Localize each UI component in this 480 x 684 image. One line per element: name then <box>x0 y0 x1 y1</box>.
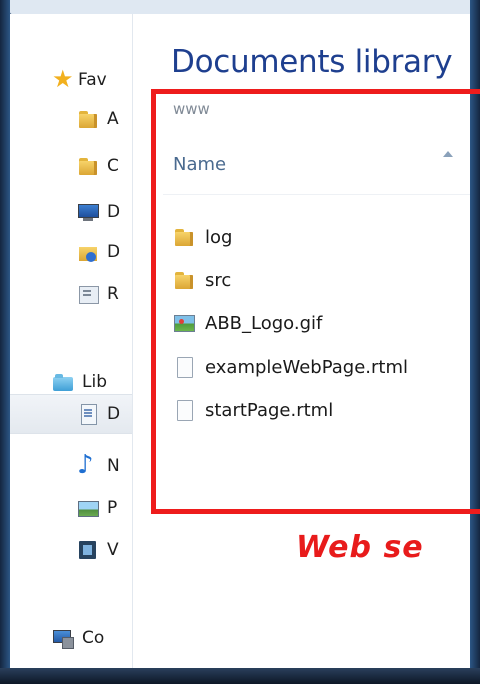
nav-label: C <box>107 156 119 176</box>
nav-label: Fav <box>78 70 107 90</box>
file-name: exampleWebPage.rtml <box>205 356 409 378</box>
explorer-window: Fav A C D D R Lib D <box>10 14 470 668</box>
nav-downloads[interactable]: D <box>10 236 132 268</box>
nav-recent-places[interactable]: R <box>10 278 132 310</box>
sort-ascending-icon <box>443 151 453 157</box>
nav-desktop[interactable]: D <box>10 196 132 228</box>
star-icon <box>52 65 74 93</box>
nav-label: N <box>107 456 120 476</box>
music-icon <box>77 450 99 480</box>
folder-icon <box>173 226 195 248</box>
nav-label: V <box>107 540 119 560</box>
nav-favorite-c[interactable]: C <box>10 150 132 182</box>
taskbar-edge <box>0 668 480 684</box>
file-name: log <box>205 226 233 248</box>
window-top-frame <box>0 0 480 14</box>
downloads-folder-icon <box>77 241 99 263</box>
file-name: src <box>205 269 232 291</box>
nav-favorites[interactable]: Fav <box>10 64 132 96</box>
nav-computer[interactable]: Co <box>10 622 132 654</box>
computer-icon <box>52 627 74 649</box>
nav-label: R <box>107 284 119 304</box>
library-title: Documents library <box>171 44 453 80</box>
nav-favorite-a[interactable]: A <box>10 103 132 135</box>
image-file-icon <box>173 312 195 334</box>
videos-icon <box>77 539 99 561</box>
recent-places-icon <box>77 283 99 305</box>
file-row-start-page[interactable]: startPage.rtml <box>173 395 333 425</box>
file-list-pane: Documents library www Name log src ABB_L… <box>133 14 470 668</box>
nav-videos[interactable]: V <box>10 534 132 566</box>
folder-icon <box>77 108 99 130</box>
nav-label: Co <box>82 628 105 648</box>
file-name: startPage.rtml <box>205 399 334 421</box>
window-right-frame <box>470 0 480 684</box>
file-row-log[interactable]: log <box>173 222 232 252</box>
nav-label: P <box>107 498 118 518</box>
nav-documents[interactable]: D <box>10 394 132 434</box>
navigation-pane: Fav A C D D R Lib D <box>10 14 132 668</box>
nav-label: D <box>107 404 121 424</box>
file-icon <box>173 356 195 378</box>
file-icon <box>173 399 195 421</box>
libraries-icon <box>52 371 74 393</box>
nav-label: D <box>107 202 121 222</box>
file-name: ABB_Logo.gif <box>205 312 323 334</box>
window-left-frame <box>0 0 10 684</box>
file-row-src[interactable]: src <box>173 265 231 295</box>
folder-icon <box>173 269 195 291</box>
documents-icon <box>77 403 99 425</box>
annotation-caption: Web se <box>296 530 424 565</box>
nav-label: A <box>107 109 119 129</box>
library-location[interactable]: www <box>173 100 210 118</box>
column-header-name[interactable]: Name <box>173 154 226 175</box>
nav-music[interactable]: N <box>10 450 132 482</box>
file-row-abb-logo[interactable]: ABB_Logo.gif <box>173 308 322 338</box>
folder-icon <box>77 155 99 177</box>
header-divider <box>163 194 470 195</box>
file-row-example-web-page[interactable]: exampleWebPage.rtml <box>173 352 408 382</box>
monitor-icon <box>77 201 99 223</box>
pictures-icon <box>77 497 99 519</box>
nav-label: Lib <box>82 372 107 392</box>
nav-pictures[interactable]: P <box>10 492 132 524</box>
nav-label: D <box>107 242 121 262</box>
